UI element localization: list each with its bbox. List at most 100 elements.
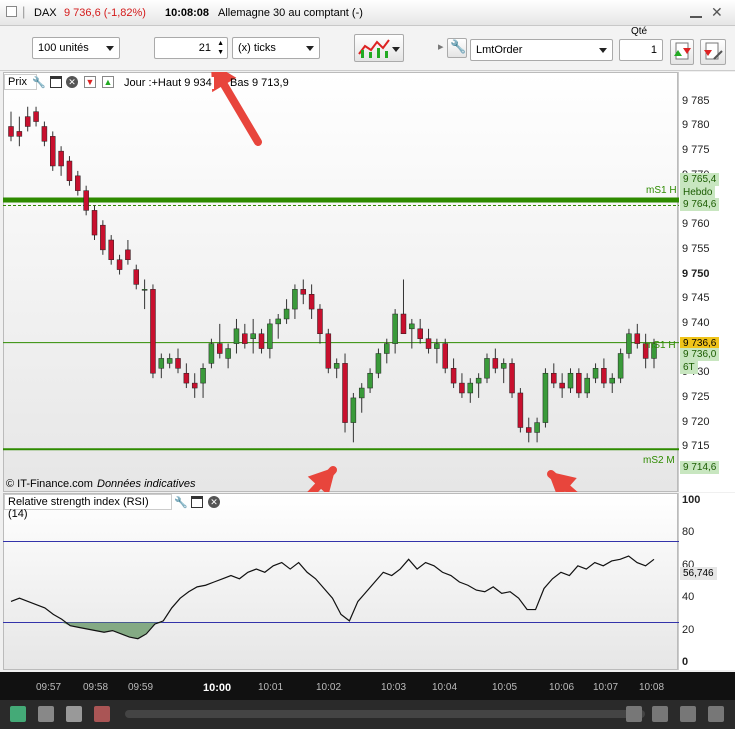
candle-body [617,353,624,379]
candle-body [525,427,532,433]
ms1h-value-tag: 9 736,0 [680,348,720,361]
chevron-down-icon [106,46,114,51]
drawing-tools-icon[interactable] [10,706,26,722]
indicators-icon[interactable] [38,706,54,722]
rsi-panel-label: Relative strength index (RSI) (14) [4,494,172,520]
time-tick-label: 10:00 [203,682,232,694]
buy-icon [674,42,691,60]
qty-label: Qté [631,26,648,37]
candle-body [250,333,256,339]
candle-body [217,343,223,354]
candle-body [392,313,398,344]
maximize-icon[interactable] [50,76,62,88]
candle-body [551,372,557,384]
clock: 10:08:08 [165,7,210,19]
chart-trading-button[interactable] [354,34,404,62]
time-tick-label: 10:05 [492,682,518,693]
units-select[interactable]: 100 unités [32,37,120,59]
candle-body [300,289,307,295]
sell-button[interactable] [700,39,726,65]
rsi-tick-label: 40 [682,591,695,604]
window-icon[interactable] [6,6,17,17]
candle-body [484,358,490,379]
maximize-icon[interactable] [191,496,203,508]
day-low: Bas 9 713,9 [230,77,289,89]
time-axis: 09:57 09:58 09:59 10:00 10:01 10:02 10:03 10:04… [0,672,735,700]
candle-body [283,308,290,320]
candle-body [434,343,440,349]
candle-body [83,190,89,211]
settings-button[interactable]: 🔧 [447,38,467,58]
zoom-out-icon[interactable] [680,706,696,722]
candle-body [350,397,357,423]
ms1-hebdo-line [3,197,679,203]
candle-body [8,126,14,137]
candle-body [108,239,114,260]
candle-body [91,210,98,236]
time-tick-label: 10:06 [549,682,575,693]
rsi-tick-label: 20 [682,623,695,636]
candle-body [292,289,298,310]
candle-body [150,289,156,374]
wrench-icon[interactable]: 🔧 [32,76,46,89]
price-tick-label: 9 755 [682,242,710,255]
candle-body [267,323,273,349]
candle-body [417,328,423,339]
price-tick-label: 9 785 [682,94,710,107]
buy-button[interactable] [670,39,694,65]
ticks-value: 21 [198,42,211,54]
chevron-down-icon [392,47,400,52]
candle-body [125,249,131,260]
wrench-icon[interactable]: 🔧 [174,496,188,509]
time-tick-label: 10:08 [639,682,665,693]
close-circle-icon[interactable]: ✕ [208,496,220,508]
candle-body [33,111,39,122]
data-note: Données indicatives [97,478,196,490]
candle-body [342,363,348,423]
candle-body [475,377,482,384]
candle-body [200,368,206,384]
ticks-unit-value: (x) ticks [238,42,276,54]
time-tick-label: 10:03 [381,682,407,693]
candle-body [175,358,181,369]
order-type-value: LmtOrder [476,44,523,56]
price-chart [3,72,679,492]
candle-body [467,382,474,394]
order-type-select[interactable]: LmtOrder [470,39,613,61]
save-icon[interactable] [66,706,82,722]
horizontal-scrollbar[interactable] [125,710,645,718]
sell-icon [704,42,723,60]
close-icon[interactable]: ✕ [711,4,723,21]
arrow-up-icon[interactable]: ▲ [102,76,114,88]
price-tick-label: 9 715 [682,440,710,453]
candle-body [384,343,390,354]
ticks-stepper[interactable]: 21 ▲ ▼ [154,37,228,59]
time-tick-label: 09:57 [36,682,62,693]
price-tick-label: 9 745 [682,292,710,305]
candle-body [116,259,123,270]
toolbar-grip-icon: ▸ [438,41,444,53]
time-tick-label: 10:04 [432,682,458,693]
zoom-in-icon[interactable] [652,706,668,722]
candle-body [592,368,599,379]
candle-body [258,333,265,349]
ms2-value-tag: 9 714,6 [680,461,720,474]
candle-body [459,382,465,394]
close-circle-icon[interactable]: ✕ [66,76,78,88]
bottom-toolbar [0,700,735,729]
qty-input[interactable]: 1 [619,39,663,61]
minimize-icon[interactable] [690,6,702,18]
alert-icon[interactable] [94,706,110,722]
candle-body [58,150,64,167]
stepper-arrows-icon[interactable]: ▲ ▼ [217,39,224,57]
candle-body [542,372,549,423]
units-select-value: 100 unités [38,42,89,54]
candle-body [626,333,632,354]
time-tick-label: 10:07 [593,682,619,693]
arrow-down-icon[interactable]: ▼ [84,76,96,88]
zoom-reset-icon[interactable] [708,706,724,722]
ticks-unit-select[interactable]: (x) ticks [232,37,320,59]
zoom-fit-icon[interactable] [626,706,642,722]
menu-separator-icon: | [22,4,26,19]
price-axis [678,72,735,492]
